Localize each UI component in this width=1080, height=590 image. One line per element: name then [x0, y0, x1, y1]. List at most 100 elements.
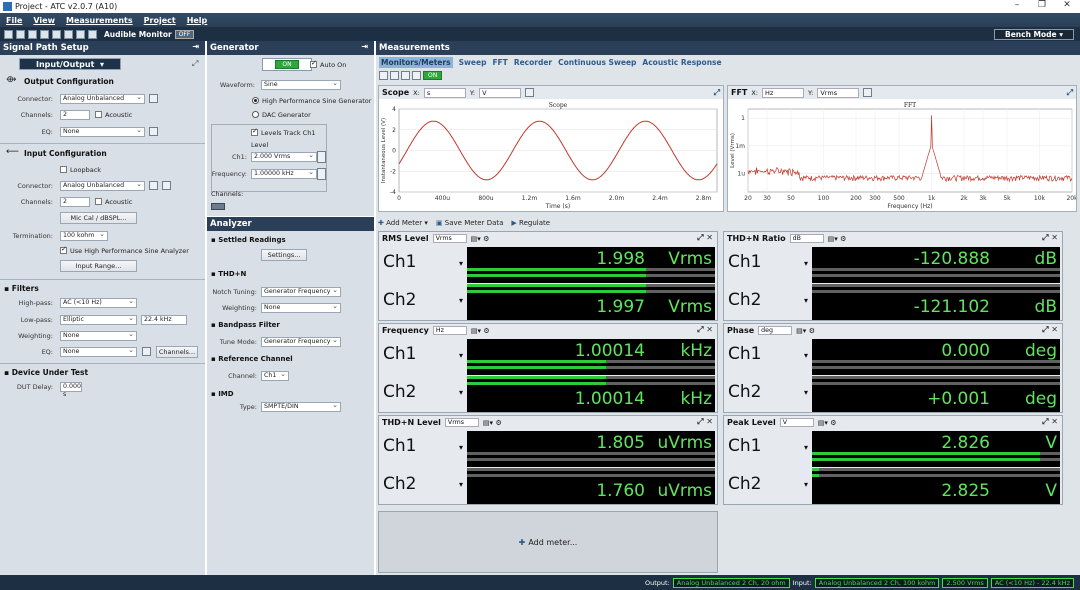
- chevron-down-icon[interactable]: ▾: [804, 259, 808, 268]
- menu-view[interactable]: View: [33, 16, 55, 25]
- chevron-down-icon[interactable]: ▾: [804, 351, 808, 360]
- dut-delay-input[interactable]: 0.000 s: [60, 382, 82, 398]
- ch1-level-input[interactable]: 2.000 Vrms: [251, 152, 317, 162]
- fft-y-unit-select[interactable]: Vrms: [817, 87, 860, 98]
- meter-unit-select[interactable]: deg: [758, 326, 793, 335]
- chevron-down-icon[interactable]: ▾: [804, 480, 808, 489]
- monitor-on-toggle[interactable]: ON: [423, 71, 443, 80]
- open-file-icon[interactable]: [16, 29, 25, 39]
- meter-unit-select[interactable]: Vrms: [432, 234, 467, 243]
- chevron-down-icon[interactable]: ▾: [459, 296, 463, 305]
- tab-recorder[interactable]: Recorder: [514, 58, 552, 67]
- restore-button[interactable]: ❐: [1032, 0, 1052, 10]
- scope-y-unit-select[interactable]: V: [479, 87, 522, 98]
- meter-settings-icon[interactable]: ▤▾ ⚙: [828, 235, 847, 243]
- pin-icon[interactable]: ⇥: [192, 42, 199, 51]
- add-meter-tile[interactable]: ✚ Add meter...: [378, 511, 718, 573]
- filters-eq-settings-icon[interactable]: [142, 347, 151, 356]
- lowpass-freq-input[interactable]: 22.4 kHz: [141, 315, 187, 325]
- regulate-button[interactable]: ▶ Regulate: [511, 219, 550, 227]
- meter-settings-icon[interactable]: ▤▾ ⚙: [818, 419, 837, 427]
- meter-window-icons[interactable]: ⤢ ✕: [1042, 325, 1058, 335]
- meter-window-icons[interactable]: ⤢ ✕: [697, 325, 713, 335]
- speaker-icon[interactable]: [88, 29, 97, 39]
- fft-settings-icon[interactable]: [863, 88, 873, 97]
- hp-sine-generator-radio[interactable]: [252, 97, 259, 104]
- tab-monitors-meters[interactable]: Monitors/Meters: [379, 57, 453, 68]
- fft-x-unit-select[interactable]: Hz: [762, 87, 805, 98]
- new-file-icon[interactable]: [4, 29, 13, 39]
- close-button[interactable]: ✕: [1057, 0, 1077, 10]
- generator-icon[interactable]: [64, 29, 73, 39]
- output-connector-select[interactable]: Analog Unbalanced: [60, 94, 145, 104]
- input-connector-settings-icon[interactable]: [149, 181, 158, 190]
- settings-icon[interactable]: [40, 29, 49, 39]
- output-eq-settings-icon[interactable]: [149, 127, 158, 136]
- loopback-checkbox[interactable]: [60, 166, 67, 173]
- scope-expand-icon[interactable]: ⤢: [714, 88, 720, 98]
- tune-mode-select[interactable]: Generator Frequency: [261, 337, 341, 347]
- input-acoustic-checkbox[interactable]: [95, 198, 102, 205]
- frequency-input[interactable]: 1.00000 kHz: [251, 169, 317, 179]
- notch-select[interactable]: Generator Frequency: [261, 287, 341, 297]
- generator-on-toggle[interactable]: ON: [262, 58, 312, 71]
- meter-unit-select[interactable]: Hz: [432, 326, 467, 335]
- chevron-down-icon[interactable]: ▾: [459, 480, 463, 489]
- meter-unit-select[interactable]: V: [779, 418, 814, 427]
- highpass-select[interactable]: AC (<10 Hz): [60, 298, 137, 308]
- chevron-down-icon[interactable]: ▾: [804, 443, 808, 452]
- tab-continuous-sweep[interactable]: Continuous Sweep: [558, 58, 636, 67]
- meter-settings-icon[interactable]: ▤▾ ⚙: [796, 327, 815, 335]
- signal-path-icon[interactable]: [52, 29, 61, 39]
- add-meter-toolbar-button[interactable]: ✚ Add Meter ▾: [378, 219, 428, 227]
- frequency-spinner[interactable]: [317, 168, 326, 180]
- tab-fft[interactable]: FFT: [492, 58, 507, 67]
- pin-icon[interactable]: ⇥: [361, 42, 368, 51]
- chevron-down-icon[interactable]: ▾: [459, 443, 463, 452]
- scope-x-unit-select[interactable]: s: [423, 87, 466, 98]
- meter-unit-select[interactable]: dB: [789, 234, 824, 243]
- meter-settings-icon[interactable]: ▤▾ ⚙: [471, 327, 490, 335]
- input-range-button[interactable]: Input Range...: [60, 260, 137, 272]
- ref-channel-select[interactable]: Ch1: [261, 371, 289, 381]
- output-channels-spinner[interactable]: 2: [60, 110, 90, 120]
- waveform-select[interactable]: Sine: [261, 80, 341, 90]
- hp-sine-analyzer-checkbox[interactable]: [60, 245, 67, 254]
- meter-settings-icon[interactable]: ▤▾ ⚙: [483, 419, 502, 427]
- settled-settings-button[interactable]: Settings...: [261, 249, 307, 261]
- output-acoustic-checkbox[interactable]: [95, 111, 102, 118]
- expand-icon[interactable]: ⤢: [192, 59, 198, 69]
- input-connector-info-icon[interactable]: [162, 181, 171, 190]
- chevron-down-icon[interactable]: ▾: [459, 388, 463, 397]
- mic-cal-button[interactable]: Mic Cal / dBSPL...: [60, 212, 137, 224]
- lowpass-select[interactable]: Elliptic: [60, 315, 137, 325]
- chevron-down-icon[interactable]: ▾: [804, 296, 808, 305]
- status-output-value[interactable]: Analog Unbalanced 2 Ch, 20 ohm: [672, 577, 790, 588]
- tab-acoustic-response[interactable]: Acoustic Response: [642, 58, 721, 67]
- minimize-button[interactable]: –: [1007, 0, 1027, 10]
- meter-window-icons[interactable]: ⤢ ✕: [697, 233, 713, 243]
- meter-unit-select[interactable]: Vrms: [444, 418, 479, 427]
- meter-settings-icon[interactable]: ▤▾ ⚙: [471, 235, 490, 243]
- grid-icon[interactable]: [379, 71, 388, 80]
- chevron-down-icon[interactable]: ▾: [459, 351, 463, 360]
- gen-channels-indicator[interactable]: [211, 203, 225, 210]
- meter-window-icons[interactable]: ⤢ ✕: [697, 417, 713, 427]
- input-connector-select[interactable]: Analog Unbalanced: [60, 181, 145, 191]
- filters-eq-select[interactable]: None: [60, 347, 137, 357]
- imd-type-select[interactable]: SMPTE/DIN: [261, 402, 341, 412]
- chevron-down-icon[interactable]: ▾: [459, 259, 463, 268]
- save-meter-data-button[interactable]: ▣ Save Meter Data: [436, 219, 503, 227]
- status-filter-value[interactable]: AC (<10 Hz) - 22.4 kHz: [990, 577, 1074, 588]
- output-connector-settings-icon[interactable]: [149, 94, 158, 103]
- layout-icon[interactable]: [390, 71, 399, 80]
- menu-help[interactable]: Help: [187, 16, 208, 25]
- analyzer-weighting-select[interactable]: None: [261, 303, 341, 313]
- menu-measurements[interactable]: Measurements: [66, 16, 133, 25]
- bench-mode-select[interactable]: Bench Mode ▾: [994, 29, 1074, 40]
- chevron-down-icon[interactable]: ▾: [804, 388, 808, 397]
- io-selector[interactable]: Input/Output ▾: [19, 58, 121, 70]
- status-input-value[interactable]: Analog Unbalanced 2 Ch, 100 kohm: [814, 577, 940, 588]
- auto-on-checkbox[interactable]: [310, 59, 317, 68]
- audible-monitor-toggle[interactable]: OFF: [174, 29, 195, 39]
